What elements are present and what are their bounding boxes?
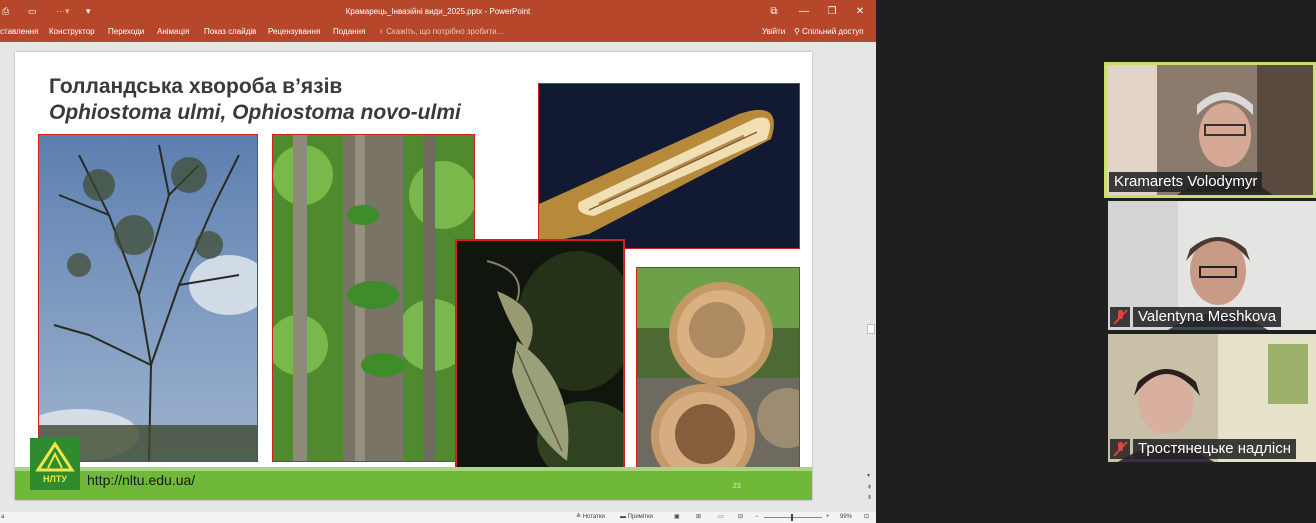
svg-text:НЛТУ: НЛТУ [43, 474, 67, 484]
comment-icon: ▬ [620, 514, 628, 520]
slide-sorter-icon[interactable]: ⊞ [696, 513, 701, 523]
elm-trunk-photo [272, 134, 475, 462]
reading-view-icon[interactable]: ▭ [718, 513, 724, 523]
log-cross-section-photo [636, 267, 800, 486]
tell-me-box[interactable]: ♀ Скажіть, що потрібно зробити... [378, 24, 503, 42]
title-bar: ⎙ ▭ ⋯▾ ▾ Крамарець_Інвазійні види_2025.p… [0, 0, 876, 24]
ribbon-tabs: ставлення Конструктор Переходи Анімація … [0, 24, 876, 42]
notes-button[interactable]: ≜ Нотатки [576, 513, 605, 523]
participant-name-1: Kramarets Volodymyr [1109, 172, 1263, 192]
participant-name-3: Тростянецьке надлісн [1133, 439, 1297, 459]
sign-in-link[interactable]: Увійти [762, 24, 785, 42]
tab-transitions[interactable]: Переходи [108, 24, 144, 42]
participant-tile-meshkova[interactable]: Valentyna Meshkova [1108, 201, 1316, 330]
slideshow-icon[interactable]: ⊟ [738, 513, 743, 523]
slide-title: Голландська хвороба в’язів [49, 75, 343, 98]
muted-mic-icon [1110, 307, 1130, 327]
elm-trunk-image [273, 135, 474, 461]
notes-icon: ≜ [576, 514, 583, 520]
slide-number: 23 [733, 483, 741, 490]
tab-slideshow[interactable]: Показ слайдів [204, 24, 256, 42]
powerpoint-window: ⎙ ▭ ⋯▾ ▾ Крамарець_Інвазійні види_2025.p… [0, 0, 876, 523]
slide-subtitle: Ophiostoma ulmi, Ophiostoma novo-ulmi [49, 101, 461, 124]
zoom-slider-thumb[interactable] [791, 514, 793, 521]
participant-tile-trostianets[interactable]: Тростянецьке надлісн [1108, 334, 1316, 462]
zoom-in-button[interactable]: + [826, 513, 830, 523]
log-cross-section-image [637, 268, 799, 485]
participant-tile-kramarets[interactable]: Kramarets Volodymyr [1104, 62, 1316, 198]
tab-insert[interactable]: ставлення [0, 24, 38, 42]
maximize-button[interactable]: ❐ [818, 0, 846, 24]
zoom-slider[interactable] [764, 517, 822, 518]
wilted-leaf-photo [455, 239, 625, 491]
vertical-scrollbar[interactable]: ▾ ⇞ ⇟ [866, 42, 876, 512]
window-title: Крамарець_Інвазійні види_2025.pptx - Pow… [345, 7, 531, 16]
ribbon-display-button[interactable]: ⧉ [760, 0, 788, 24]
next-slide-icon[interactable]: ⇟ [867, 494, 872, 501]
tab-view[interactable]: Подання [333, 24, 365, 42]
university-url[interactable]: http://nltu.edu.ua/ [87, 472, 195, 488]
status-bar: а ≜ Нотатки ▬ Примітки ▣ ⊞ ▭ ⊟ − + 99% ⊡ [0, 512, 876, 523]
zoom-level[interactable]: 99% [840, 513, 852, 523]
close-button[interactable]: ✕ [846, 0, 874, 24]
comments-label: Примітки [627, 514, 653, 520]
fit-slide-icon[interactable]: ⊡ [864, 513, 869, 523]
share-label: Спільний доступ [802, 27, 864, 36]
lightbulb-icon: ♀ [378, 27, 387, 36]
tell-me-text: Скажіть, що потрібно зробити... [386, 27, 504, 36]
nltu-logo-image: НЛТУ [30, 438, 80, 490]
footer-band-highlight [15, 467, 812, 471]
twig-section-photo [538, 83, 800, 249]
normal-view-icon[interactable]: ▣ [674, 513, 680, 523]
share-button[interactable]: ⚲ Спільний доступ [794, 24, 864, 42]
comments-button[interactable]: ▬ Примітки [620, 513, 653, 523]
minimize-button[interactable]: — [790, 0, 818, 24]
nltu-logo: НЛТУ [30, 438, 80, 490]
wilted-leaf-image [457, 241, 623, 489]
elm-tree-photo [38, 134, 258, 462]
previous-slide-icon[interactable]: ⇞ [867, 484, 872, 491]
person-icon: ⚲ [794, 27, 803, 36]
tab-design[interactable]: Конструктор [49, 24, 95, 42]
slide-canvas[interactable]: Голландська хвороба в’язів Ophiostoma ul… [15, 52, 812, 500]
notes-label: Нотатки [582, 514, 605, 520]
muted-mic-icon [1110, 439, 1130, 459]
participant-name-2: Valentyna Meshkova [1133, 307, 1282, 327]
elm-tree-image [39, 135, 257, 461]
status-left-text: а [1, 514, 5, 520]
zoom-out-button[interactable]: − [755, 513, 759, 523]
twig-section-image [539, 84, 799, 248]
scrollbar-thumb[interactable] [867, 324, 875, 334]
tab-review[interactable]: Рецензування [268, 24, 320, 42]
scroll-down-icon[interactable]: ▾ [867, 472, 870, 479]
tab-animations[interactable]: Анімація [157, 24, 189, 42]
